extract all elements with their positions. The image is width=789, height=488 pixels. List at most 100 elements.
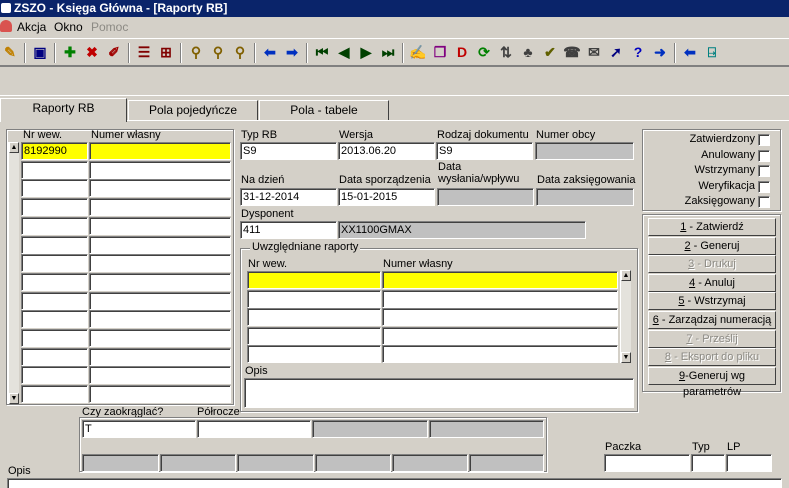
delete-icon[interactable]: ✖ xyxy=(82,43,102,62)
help-icon[interactable]: ? xyxy=(628,43,648,62)
search-icon[interactable]: ⚲ xyxy=(186,43,206,62)
typ-field[interactable] xyxy=(691,454,725,472)
last-record-icon[interactable]: ⏭ xyxy=(378,43,398,62)
first-record-icon[interactable]: ⏮ xyxy=(312,43,332,62)
status-checkbox[interactable] xyxy=(758,149,770,162)
action-button-5[interactable]: 5 - Wstrzymaj xyxy=(648,292,776,311)
action-button-9[interactable]: 9-Generuj wg parametrów xyxy=(648,366,776,398)
opis-field[interactable] xyxy=(7,478,782,488)
uwzgl-cell-numer-wlasny[interactable] xyxy=(382,345,618,363)
list-cell-numer-wlasny[interactable] xyxy=(89,310,231,329)
uwzgl-cell-nr-wew[interactable] xyxy=(247,289,381,308)
list-cell-nr-wew[interactable] xyxy=(21,235,88,254)
search-clear-icon[interactable]: ⚲ xyxy=(230,43,250,62)
uwzgl-cell-nr-wew[interactable] xyxy=(247,345,381,363)
data-sporzadzenia-field[interactable]: 15-01-2015 xyxy=(338,188,435,206)
action-button-4[interactable]: 4 - Anuluj xyxy=(648,273,776,292)
documents-icon[interactable]: ❐ xyxy=(430,43,450,62)
na-dzien-field[interactable]: 31-12-2014 xyxy=(240,188,337,206)
forward-icon[interactable]: ➜ xyxy=(650,43,670,62)
arrow-left-icon[interactable]: ⬅ xyxy=(260,43,280,62)
list-cell-nr-wew[interactable] xyxy=(21,198,88,217)
list-cell-nr-wew[interactable] xyxy=(21,160,88,179)
scroll-up-icon[interactable]: ▲ xyxy=(9,142,19,153)
tab-raporty-rb[interactable]: Raporty RB xyxy=(0,98,127,122)
prev-record-icon[interactable]: ◀ xyxy=(334,43,354,62)
search-next-icon[interactable]: ⚲ xyxy=(208,43,228,62)
action-button-2[interactable]: 2 - Generuj xyxy=(648,236,776,255)
list-cell-numer-wlasny[interactable] xyxy=(89,142,231,160)
czy-zaokraglac-field[interactable]: T xyxy=(82,420,196,438)
uwzgl-scrollbar[interactable]: ▲ ▼ xyxy=(620,270,631,363)
sort-icon[interactable]: ⇅ xyxy=(496,43,516,62)
list-cell-nr-wew[interactable] xyxy=(21,272,88,291)
arrow-right-icon[interactable]: ➡ xyxy=(282,43,302,62)
status-checkbox[interactable] xyxy=(758,165,770,177)
list-cell-numer-wlasny[interactable] xyxy=(89,254,231,273)
list-cell-numer-wlasny[interactable] xyxy=(89,179,231,198)
dysponent-code-field[interactable]: 411 xyxy=(240,221,337,239)
action-button-8[interactable]: 8 - Eksport do pliku xyxy=(648,348,776,367)
uwzgl-cell-nr-wew[interactable] xyxy=(247,271,381,289)
list-cell-numer-wlasny[interactable] xyxy=(89,347,231,366)
uwzgl-scroll-up-icon[interactable]: ▲ xyxy=(621,270,631,281)
insert-row-icon[interactable]: ☰ xyxy=(134,43,154,62)
tab-pola-tabele[interactable]: Pola - tabele xyxy=(259,100,389,120)
exit-icon[interactable]: ⍈ xyxy=(702,43,722,62)
list-cell-nr-wew[interactable] xyxy=(21,254,88,273)
check-icon[interactable]: ✔ xyxy=(540,43,560,62)
grid-icon[interactable]: ⊞ xyxy=(156,43,176,62)
status-checkbox[interactable] xyxy=(758,180,770,193)
menu-okno[interactable]: Okno xyxy=(54,20,83,34)
next-record-icon[interactable]: ▶ xyxy=(356,43,376,62)
list-cell-nr-wew[interactable] xyxy=(21,347,88,366)
menu-akcja[interactable]: Akcja xyxy=(17,20,46,34)
list-cell-numer-wlasny[interactable] xyxy=(89,160,231,179)
lp-field[interactable] xyxy=(726,454,772,472)
pointer-icon[interactable]: ➚ xyxy=(606,43,626,62)
app-menu-icon[interactable] xyxy=(0,20,12,32)
polrocze-field[interactable] xyxy=(197,420,311,438)
list-cell-numer-wlasny[interactable] xyxy=(89,198,231,217)
phone-icon[interactable]: ☎ xyxy=(562,43,582,62)
uwzgl-cell-nr-wew[interactable] xyxy=(247,308,381,326)
refresh-icon[interactable]: ⟳ xyxy=(474,43,494,62)
list-cell-nr-wew[interactable] xyxy=(21,179,88,198)
list-cell-nr-wew[interactable] xyxy=(21,385,88,404)
list-cell-numer-wlasny[interactable] xyxy=(89,235,231,254)
list-cell-nr-wew[interactable] xyxy=(21,366,88,385)
tab-pola-pojedyncze[interactable]: Pola pojedyńcze xyxy=(128,100,258,120)
save-icon[interactable]: ▣ xyxy=(30,43,50,62)
mail-icon[interactable]: ✉ xyxy=(584,43,604,62)
eraser-icon[interactable]: ✐ xyxy=(104,43,124,62)
uwzgl-opis-textarea[interactable] xyxy=(244,378,634,408)
list-cell-numer-wlasny[interactable] xyxy=(89,329,231,347)
uwzgl-cell-numer-wlasny[interactable] xyxy=(382,289,618,308)
list-cell-nr-wew[interactable] xyxy=(21,291,88,310)
uwzgl-cell-numer-wlasny[interactable] xyxy=(382,308,618,326)
list-cell-numer-wlasny[interactable] xyxy=(89,272,231,291)
uwzgl-cell-numer-wlasny[interactable] xyxy=(382,271,618,289)
uwzgl-cell-nr-wew[interactable] xyxy=(247,326,381,345)
list-cell-nr-wew[interactable] xyxy=(21,310,88,329)
status-checkbox[interactable] xyxy=(758,134,770,146)
tree-icon[interactable]: ♣ xyxy=(518,43,538,62)
uwzgl-cell-numer-wlasny[interactable] xyxy=(382,326,618,345)
list-scrollbar[interactable]: ▲ ▼ xyxy=(8,142,19,404)
add-icon[interactable]: ✚ xyxy=(60,43,80,62)
action-button-7[interactable]: 7 - Prześlij xyxy=(648,329,776,348)
menu-pomoc[interactable]: Pomoc xyxy=(91,20,128,34)
document-edit-icon[interactable]: ✍ xyxy=(408,43,428,62)
rodzaj-dokumentu-field[interactable]: S9 xyxy=(436,142,533,160)
wersja-field[interactable]: 2013.06.20 xyxy=(338,142,435,160)
list-cell-numer-wlasny[interactable] xyxy=(89,366,231,385)
edit-icon[interactable]: ✎ xyxy=(0,43,20,62)
status-checkbox[interactable] xyxy=(758,196,770,208)
document-delete-icon[interactable]: D xyxy=(452,43,472,62)
scroll-down-icon[interactable]: ▼ xyxy=(9,393,19,404)
list-cell-numer-wlasny[interactable] xyxy=(89,291,231,310)
list-cell-numer-wlasny[interactable] xyxy=(89,216,231,235)
uwzgl-scroll-down-icon[interactable]: ▼ xyxy=(621,352,631,363)
action-button-3[interactable]: 3 - Drukuj xyxy=(648,255,776,274)
action-button-1[interactable]: 1 - Zatwierdź xyxy=(648,218,776,236)
